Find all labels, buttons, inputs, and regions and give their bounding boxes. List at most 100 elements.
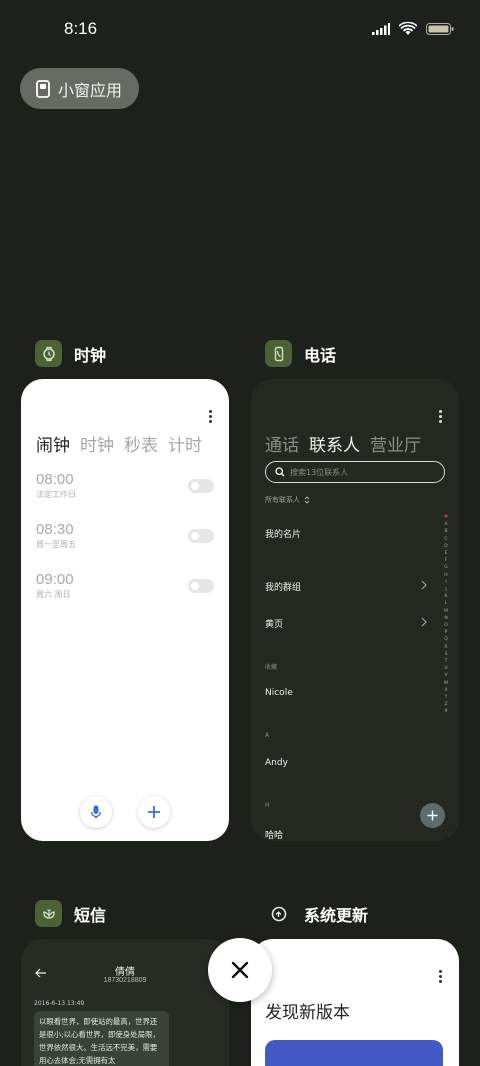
alarm-time: 08:30 [36,521,74,538]
tab-stopwatch[interactable]: 秒表 [124,431,158,456]
update-app-header[interactable]: 系统更新 [265,900,368,927]
alphabet-letter[interactable]: Z [444,701,447,708]
sms-app-name: 短信 [74,905,107,925]
phone-app-card[interactable]: 通话 联系人 营业厅 所有联系人 我的名片 我的群组 黄页 收藏 Nicole … [251,379,459,841]
alphabet-letter[interactable]: # [444,708,448,715]
alphabet-letter[interactable]: J [445,586,446,593]
alphabet-letter[interactable]: U [444,665,447,672]
tab-clock[interactable]: 时钟 [80,431,114,456]
phone-tabs: 通话 联系人 营业厅 [265,431,421,456]
alphabet-letter[interactable]: Q [444,636,448,643]
alphabet-letter[interactable]: A [444,521,447,528]
alphabet-letter[interactable]: L [445,600,448,607]
plus-icon [427,810,438,821]
sms-app-header[interactable]: 短信 [35,900,106,927]
update-app-card[interactable]: 发现新版本 [251,939,459,1066]
alphabet-letter[interactable]: Y [445,694,448,701]
alphabet-letter[interactable]: R [444,644,447,651]
status-time: 8:16 [64,19,98,38]
more-options-icon[interactable] [439,970,442,983]
alphabet-letter[interactable]: O [444,622,448,629]
my-groups-row[interactable]: 我的群组 [265,580,301,593]
alphabet-letter[interactable]: C [444,536,447,543]
more-options-icon[interactable] [439,410,442,423]
alarm-time: 09:00 [36,571,74,588]
mini-window-label: 小窗应用 [58,80,123,100]
alphabet-letter[interactable]: K [445,593,448,600]
mic-icon [90,805,102,819]
contact-search-input[interactable] [290,467,430,477]
alphabet-letter[interactable]: B [444,528,447,535]
alphabet-letter[interactable]: E [445,550,448,557]
alphabet-letter[interactable]: ♥ [444,514,448,521]
alphabet-letter[interactable]: H [444,572,447,579]
update-app-name: 系统更新 [304,905,369,925]
contact-filter[interactable]: 所有联系人 [265,495,310,505]
alarm-repeat: 法定工作日 [36,490,76,499]
clock-tabs: 闹钟 时钟 秒表 计时 [36,431,202,456]
alarm-repeat: 周六 周日 [36,590,71,599]
alarm-item[interactable]: 08:30 周一至周五 [36,521,76,550]
alarm-item[interactable]: 08:00 法定工作日 [36,471,76,500]
tab-contacts[interactable]: 联系人 [309,431,360,456]
alphabet-letter[interactable]: T [445,658,448,665]
alphabet-letter[interactable]: X [444,687,447,694]
tab-calls[interactable]: 通话 [265,431,299,456]
update-title: 发现新版本 [265,1003,350,1023]
clock-app-name: 时钟 [74,345,107,365]
status-bar: 8:16 [0,0,480,60]
add-alarm-button[interactable] [138,796,170,828]
contact-row[interactable]: Nicole [265,688,293,698]
mini-window-button[interactable]: 小窗应用 [20,68,139,109]
more-options-icon[interactable] [209,410,212,423]
update-icon [265,900,292,927]
sort-updown-icon [304,496,310,504]
add-contact-button[interactable] [420,803,445,828]
alphabet-letter[interactable]: V [444,672,447,679]
tab-service-hall[interactable]: 营业厅 [370,431,421,456]
yellow-pages-row[interactable]: 黄页 [265,617,283,630]
close-all-button[interactable] [208,938,272,1002]
alarm-toggle[interactable] [188,479,214,493]
voice-alarm-button[interactable] [80,796,112,828]
alarm-toggle[interactable] [188,579,214,593]
alphabet-letter[interactable]: F [445,557,448,564]
alphabet-letter[interactable]: S [445,651,448,658]
alphabet-letter[interactable]: N [444,615,447,622]
alphabet-letter[interactable]: I [445,579,446,586]
contact-row[interactable]: 哈哈 [265,828,283,841]
cellular-signal-icon [372,23,390,35]
alphabet-letter[interactable]: P [445,629,448,636]
sms-app-card[interactable]: 倩倩 18730218809 2016-6-13 13:49 以眼看世界，即使站… [21,939,229,1066]
alphabet-index[interactable]: ♥ A B C D E F G H I J K L M N O P Q R S T U V W X Y Z # [443,514,449,716]
alarm-toggle[interactable] [188,529,214,543]
alphabet-letter[interactable]: G [444,564,448,571]
phone-app-header[interactable]: 电话 [265,340,336,367]
battery-icon [426,23,454,35]
search-icon [275,467,285,477]
alphabet-letter[interactable]: M [444,608,448,615]
contact-filter-label: 所有联系人 [265,496,300,504]
mini-window-icon [36,79,50,98]
alarm-repeat: 周一至周五 [36,540,76,549]
message-bubble[interactable]: 以眼看世界，即使站的最高，世界还是很小;以心看世界，即使身处局限，世界依然很大。… [34,1011,169,1066]
clock-app-card[interactable]: 闹钟 时钟 秒表 计时 08:00 法定工作日 08:30 周一至周五 09:0… [21,379,229,841]
alphabet-letter[interactable]: W [444,680,448,687]
alarm-item[interactable]: 09:00 周六 周日 [36,571,74,600]
tab-timer[interactable]: 计时 [168,431,202,456]
clock-app-header[interactable]: 时钟 [35,340,106,367]
contact-search-bar[interactable] [265,461,445,483]
phone-app-name: 电话 [304,345,337,365]
wifi-icon [399,22,417,35]
alarm-time: 08:00 [36,471,74,488]
tab-alarm[interactable]: 闹钟 [36,431,70,456]
sms-contact-name: 倩倩 [115,967,135,978]
plus-icon [148,806,160,818]
section-header: H [265,802,270,809]
section-header: A [265,732,270,739]
watch-icon [35,340,62,367]
my-card-row[interactable]: 我的名片 [265,527,301,540]
alphabet-letter[interactable]: D [444,543,447,550]
phone-icon [265,340,292,367]
contact-row[interactable]: Andy [265,758,288,768]
